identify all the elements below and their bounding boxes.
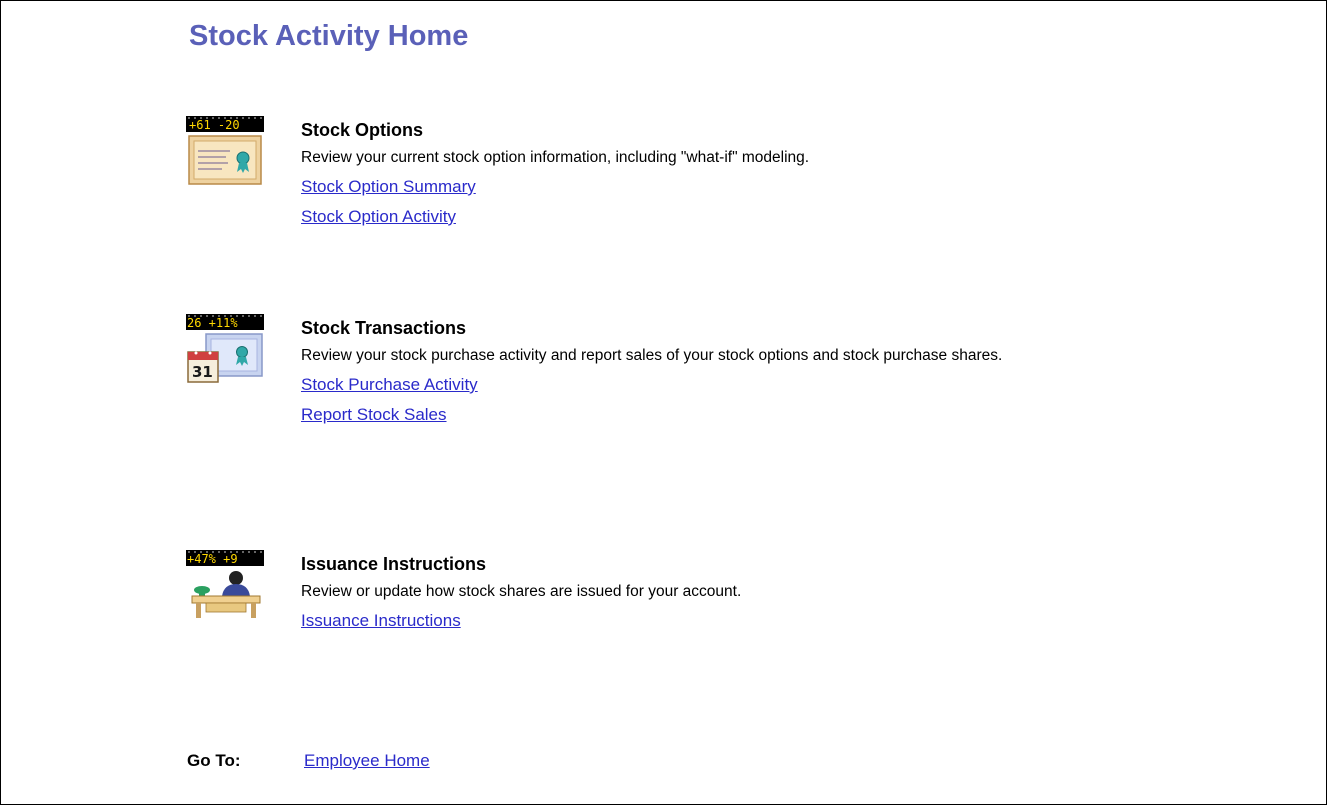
ticker-text: +61 -20 — [189, 118, 240, 132]
stock-calendar-certificate-icon: 26 +11% 31 — [186, 314, 264, 383]
section-description: Review or update how stock shares are is… — [301, 583, 742, 600]
section-title: Stock Options — [301, 120, 424, 140]
calendar-day: 31 — [192, 363, 213, 381]
issuance-desk-icon: +47% +9 — [186, 550, 264, 618]
ticker-text: 26 +11% — [187, 316, 238, 330]
employee-home-link[interactable]: Employee Home — [304, 751, 430, 771]
stock-option-summary-link[interactable]: Stock Option Summary — [301, 172, 1181, 202]
page-title: Stock Activity Home — [189, 20, 469, 52]
stock-option-activity-link[interactable]: Stock Option Activity — [301, 202, 1181, 232]
section-title: Stock Transactions — [301, 318, 467, 338]
section-description: Review your stock purchase activity and … — [301, 347, 1003, 364]
section-title: Issuance Instructions — [301, 554, 487, 574]
section-description: Review your current stock option informa… — [301, 149, 810, 166]
ticker-text: +47% +9 — [187, 552, 238, 566]
stock-purchase-activity-link[interactable]: Stock Purchase Activity — [301, 370, 1181, 400]
issuance-instructions-link[interactable]: Issuance Instructions — [301, 606, 1181, 636]
goto-label: Go To: — [187, 751, 241, 770]
stock-certificate-icon: +61 -20 — [186, 116, 264, 185]
report-stock-sales-link[interactable]: Report Stock Sales — [301, 400, 1181, 430]
